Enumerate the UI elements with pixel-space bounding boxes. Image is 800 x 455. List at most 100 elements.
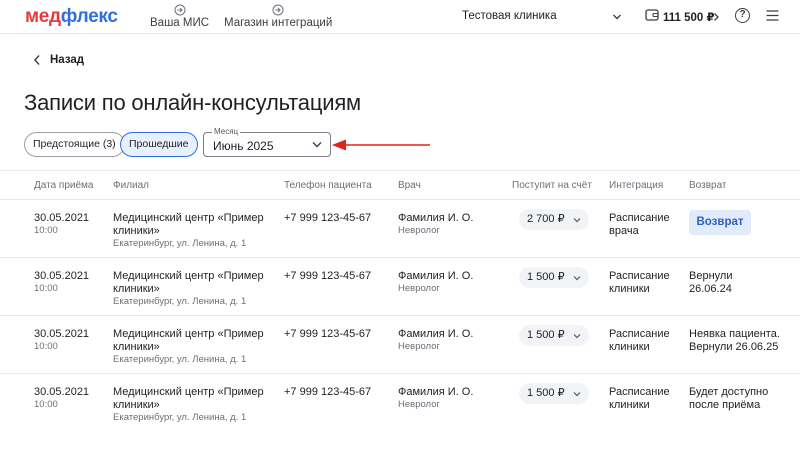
cell-phone: +7 999 123-45-67	[284, 328, 372, 340]
cell-phone: +7 999 123-45-67	[284, 212, 372, 224]
cell-refund-status: Будет доступно после приёма	[689, 386, 797, 412]
column-header-date: Дата приёма	[34, 180, 94, 191]
branch-address: Екатеринбург, ул. Ленина, д. 1	[113, 296, 247, 307]
cell-date: 30.05.2021 10:00	[34, 386, 89, 411]
refund-status-line1: Неявка пациента.	[689, 328, 780, 340]
chevron-down-icon	[312, 142, 322, 148]
balance-amount[interactable]: 111 500 ₽	[663, 10, 715, 24]
cell-branch: Медицинский центр «Пример клиники» Екате…	[113, 386, 278, 424]
doctor-name: Фамилия И. О.	[398, 328, 474, 340]
doctor-specialty: Невролог	[398, 341, 440, 352]
integration-line2: клиники	[609, 399, 650, 411]
table-row: 30.05.2021 10:00 Медицинский центр «Прим…	[0, 258, 800, 316]
appointment-date: 30.05.2021	[34, 212, 90, 224]
cell-doctor: Фамилия И. О. Невролог	[398, 270, 473, 295]
logo[interactable]: медфлекс	[25, 6, 118, 28]
chevron-left-icon	[34, 55, 40, 65]
filter-upcoming-button[interactable]: Предстоящие (3)	[24, 132, 125, 157]
column-header-refund: Возврат	[689, 180, 727, 191]
appointment-time: 10:00	[34, 341, 58, 352]
chevron-down-icon	[573, 391, 581, 396]
cell-integration: Расписание клиники	[609, 270, 681, 296]
doctor-specialty: Невролог	[398, 399, 440, 410]
chevron-down-icon	[573, 333, 581, 338]
appointment-time: 10:00	[34, 399, 58, 410]
amount-dropdown[interactable]: 1 500 ₽	[519, 267, 589, 288]
hamburger-menu-icon[interactable]	[766, 10, 779, 21]
back-link[interactable]: Назад	[33, 54, 84, 66]
cell-integration: Расписание врача	[609, 212, 681, 238]
appointment-date: 30.05.2021	[34, 328, 90, 340]
branch-name-line1: Медицинский центр «Пример	[113, 270, 264, 282]
top-bar: медфлекс Ваша МИС Магазин интеграций Тес…	[0, 0, 800, 34]
month-select-value: Июнь 2025	[213, 139, 274, 153]
doctor-name: Фамилия И. О.	[398, 386, 474, 398]
doctor-specialty: Невролог	[398, 225, 440, 236]
cell-doctor: Фамилия И. О. Невролог	[398, 386, 473, 411]
refund-status-line2: Вернули 26.06.25	[689, 341, 779, 353]
help-circle-icon[interactable]: ?	[735, 8, 750, 23]
nav-item-integrations-store[interactable]: Магазин интеграций	[224, 4, 332, 29]
month-select[interactable]: Месяц Июнь 2025	[203, 127, 331, 157]
table-header: Дата приёма Филиал Телефон пациента Врач…	[0, 170, 800, 200]
column-header-amount: Поступит на счёт	[512, 180, 592, 191]
table-row: 30.05.2021 10:00 Медицинский центр «Прим…	[0, 316, 800, 374]
chevron-right-icon[interactable]	[712, 12, 720, 22]
appointment-time: 10:00	[34, 283, 58, 294]
refund-status-line1: Вернули	[689, 270, 733, 282]
branch-name-line1: Медицинский центр «Пример	[113, 212, 264, 224]
doctor-name: Фамилия И. О.	[398, 212, 474, 224]
branch-address: Екатеринбург, ул. Ленина, д. 1	[113, 238, 247, 249]
login-arrow-icon	[174, 4, 186, 16]
amount-value: 1 500 ₽	[527, 387, 565, 399]
doctor-specialty: Невролог	[398, 283, 440, 294]
cell-branch: Медицинский центр «Пример клиники» Екате…	[113, 328, 278, 366]
appointment-time: 10:00	[34, 225, 58, 236]
nav-item-your-mis[interactable]: Ваша МИС	[150, 4, 209, 29]
branch-name-line2: клиники»	[113, 283, 160, 295]
integration-line1: Расписание	[609, 270, 670, 282]
integration-line1: Расписание	[609, 386, 670, 398]
column-header-phone: Телефон пациента	[284, 180, 372, 191]
amount-value: 1 500 ₽	[527, 271, 565, 283]
column-header-integration: Интеграция	[609, 180, 664, 191]
amount-dropdown[interactable]: 1 500 ₽	[519, 325, 589, 346]
refund-status-line2: после приёма	[689, 399, 761, 411]
refund-status-line2: 26.06.24	[689, 283, 732, 295]
page-title: Записи по онлайн-консультациям	[24, 90, 361, 115]
cell-doctor: Фамилия И. О. Невролог	[398, 328, 473, 353]
column-header-branch: Филиал	[113, 180, 150, 191]
back-label: Назад	[50, 54, 85, 66]
annotation-arrow	[332, 139, 430, 151]
appointment-date: 30.05.2021	[34, 386, 90, 398]
cell-date: 30.05.2021 10:00	[34, 212, 89, 237]
amount-dropdown[interactable]: 1 500 ₽	[519, 383, 589, 404]
nav-label: Ваша МИС	[150, 17, 210, 29]
clinic-selector[interactable]: Тестовая клиника	[462, 10, 557, 22]
integration-line2: врача	[609, 225, 639, 237]
chevron-down-icon	[573, 217, 581, 222]
integration-line2: клиники	[609, 283, 650, 295]
cell-branch: Медицинский центр «Пример клиники» Екате…	[113, 212, 278, 250]
cell-integration: Расписание клиники	[609, 386, 681, 412]
wallet-icon	[645, 9, 659, 21]
refund-status-line1: Будет доступно	[689, 386, 769, 398]
branch-name-line2: клиники»	[113, 399, 160, 411]
filter-past-button[interactable]: Прошедшие	[120, 132, 198, 157]
cell-doctor: Фамилия И. О. Невролог	[398, 212, 473, 237]
month-select-label: Месяц	[212, 127, 241, 136]
chevron-down-icon	[573, 275, 581, 280]
chevron-down-icon[interactable]	[612, 12, 622, 22]
cell-refund-status: Вернули 26.06.24	[689, 270, 797, 296]
branch-name-line1: Медицинский центр «Пример	[113, 386, 264, 398]
cell-date: 30.05.2021 10:00	[34, 270, 89, 295]
doctor-name: Фамилия И. О.	[398, 270, 474, 282]
cell-refund-status: Неявка пациента. Вернули 26.06.25	[689, 328, 797, 354]
cell-date: 30.05.2021 10:00	[34, 328, 89, 353]
amount-dropdown[interactable]: 2 700 ₽	[519, 209, 589, 230]
refund-button[interactable]: Возврат	[689, 210, 751, 235]
integration-line1: Расписание	[609, 328, 670, 340]
amount-value: 1 500 ₽	[527, 329, 565, 341]
amount-value: 2 700 ₽	[527, 213, 565, 225]
table-row: 30.05.2021 10:00 Медицинский центр «Прим…	[0, 374, 800, 432]
